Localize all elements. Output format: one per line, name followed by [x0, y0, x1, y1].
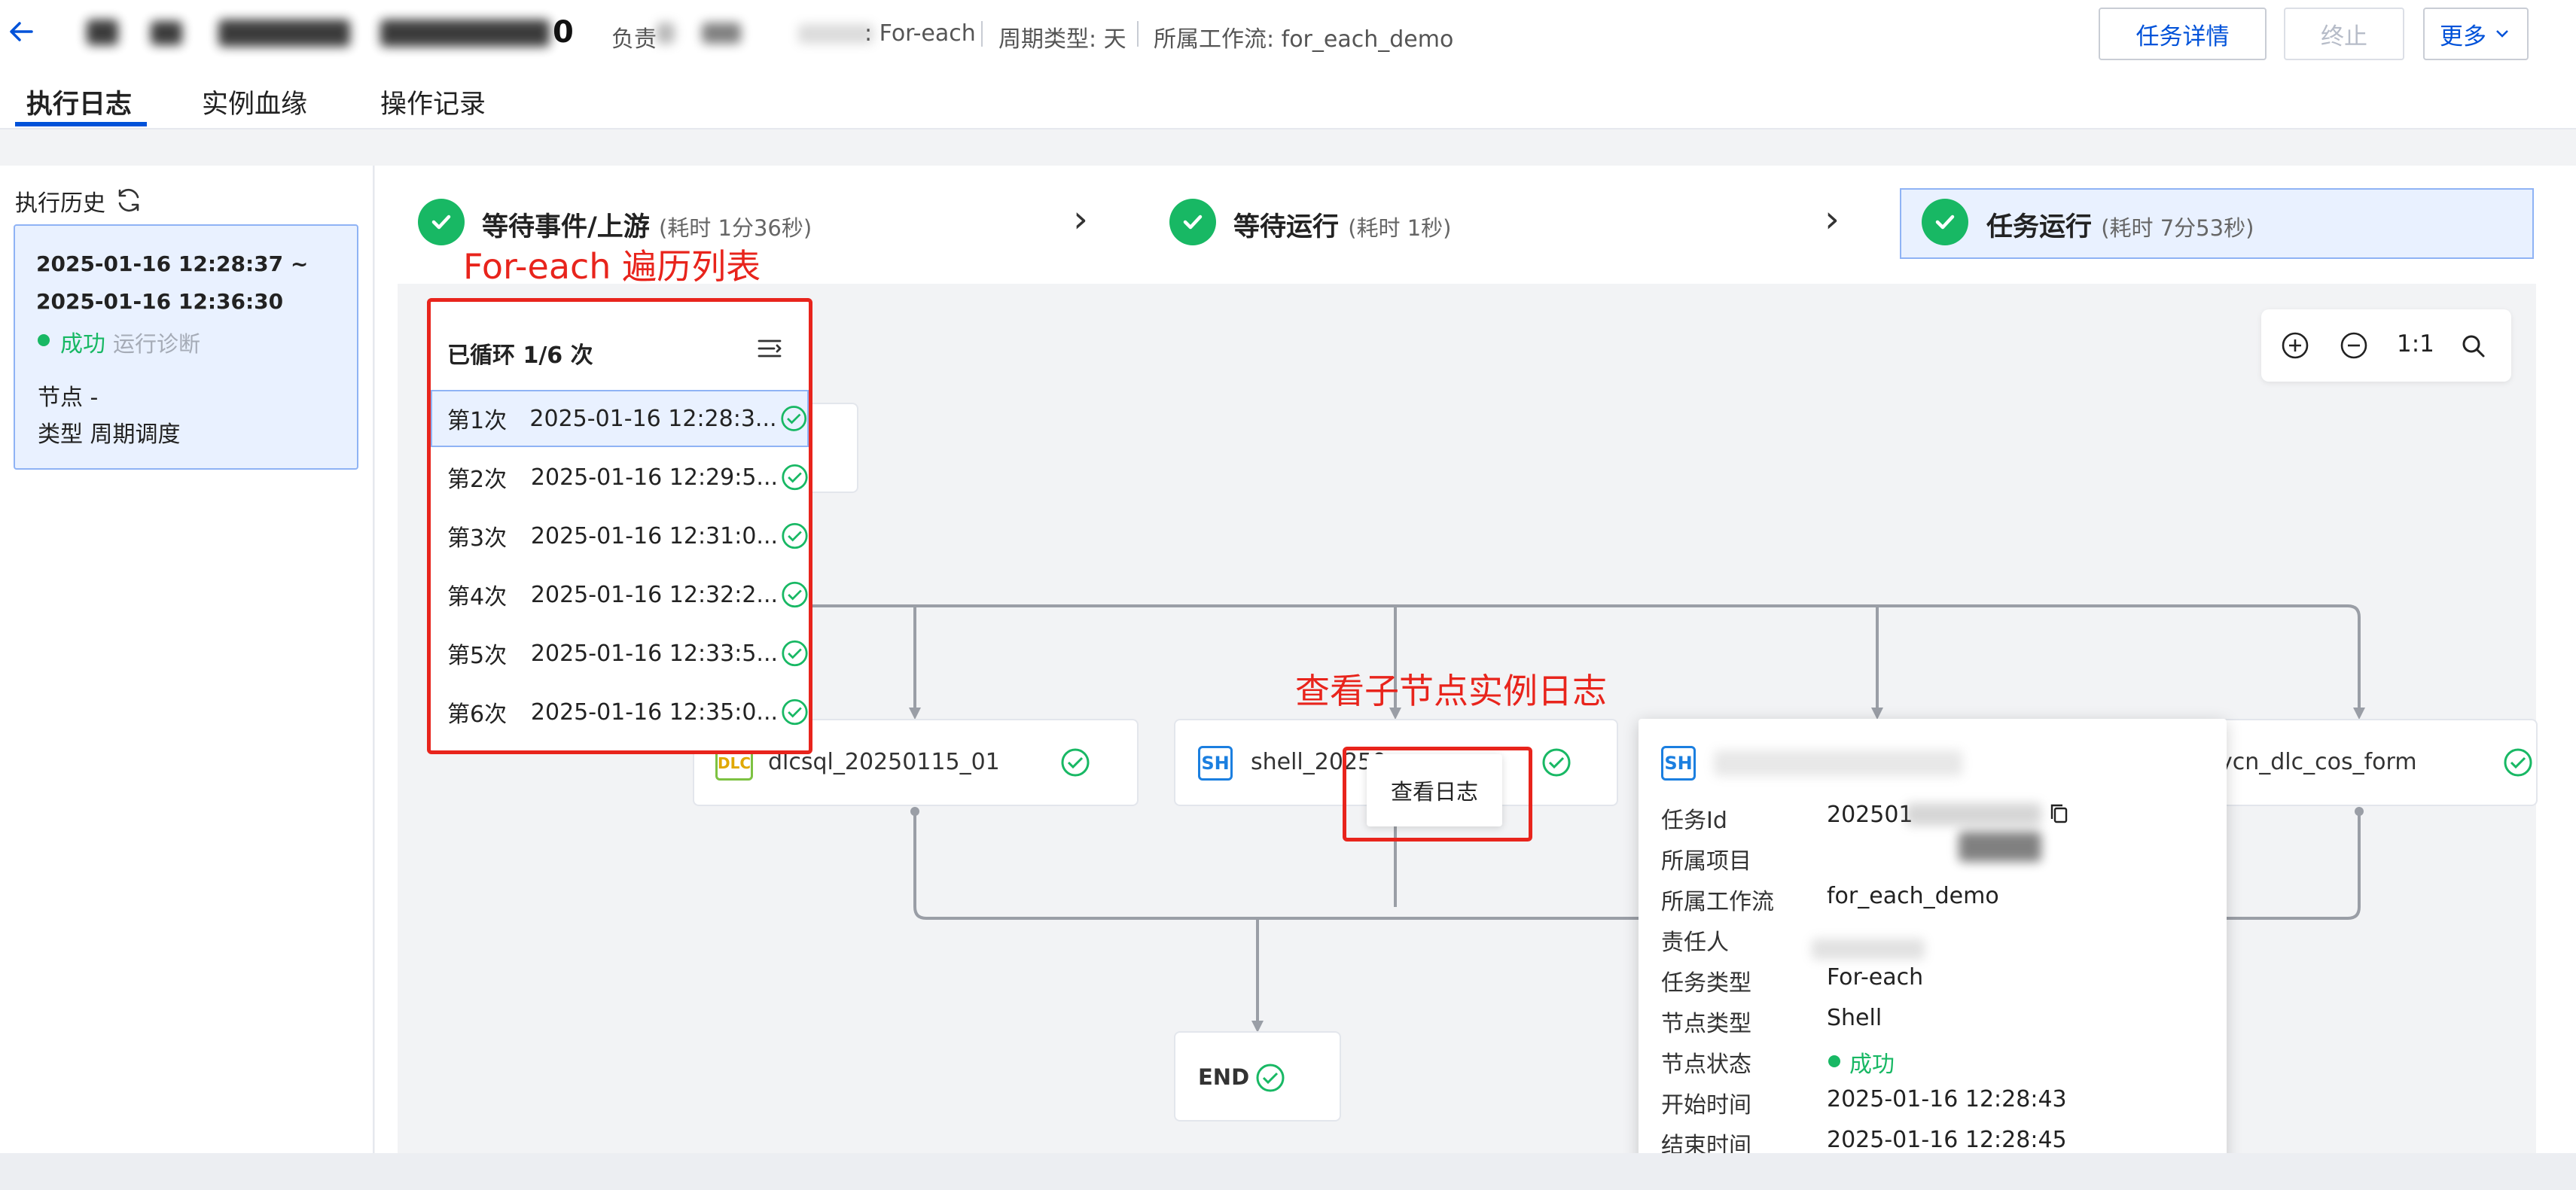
- loop-row[interactable]: 第6次 2025-01-16 12:35:0...: [431, 683, 809, 741]
- success-check-icon: [782, 581, 808, 608]
- node-status-value: 成功: [1849, 1052, 1895, 1078]
- info-key: 节点状态: [1661, 1052, 1751, 1078]
- collapse-list-icon[interactable]: [755, 333, 785, 364]
- view-log-button[interactable]: 查看日志: [1367, 754, 1502, 826]
- redacted-task-id: [1906, 803, 2041, 826]
- success-check-icon: [782, 640, 808, 667]
- task-id-value: 202501: [1827, 802, 1913, 828]
- zoom-in-icon[interactable]: [2280, 330, 2310, 361]
- loop-index: 第6次: [447, 702, 508, 728]
- annotation-loop-list: For-each 遍历列表: [463, 246, 761, 287]
- loop-time: 2025-01-16 12:28:3...: [529, 405, 777, 432]
- success-check-icon: [782, 522, 808, 549]
- node-label: END: [1198, 1064, 1250, 1090]
- node-label: ycn_dlc_cos_form: [2219, 749, 2417, 775]
- loop-row[interactable]: 第3次 2025-01-16 12:31:0...: [431, 507, 809, 565]
- loop-row[interactable]: 第2次 2025-01-16 12:29:5...: [431, 449, 809, 506]
- end-time-value: 2025-01-16 12:28:45: [1827, 1127, 2067, 1153]
- redacted-node-name: [1714, 750, 1962, 776]
- status-dot: [1828, 1055, 1840, 1067]
- zoom-ratio[interactable]: 1:1: [2397, 330, 2434, 358]
- info-key: 责任人: [1661, 930, 1729, 956]
- zoom-out-icon[interactable]: [2339, 330, 2369, 361]
- info-key: 所属工作流: [1661, 889, 1774, 915]
- search-icon[interactable]: [2459, 332, 2488, 361]
- zoom-toolbar: 1:1: [2261, 309, 2511, 382]
- success-check-icon: [782, 698, 808, 726]
- success-check-icon: [1256, 1064, 1285, 1092]
- info-key: 任务类型: [1661, 970, 1751, 997]
- loop-row[interactable]: 第1次 2025-01-16 12:28:3...: [431, 390, 809, 447]
- start-time-value: 2025-01-16 12:28:43: [1827, 1086, 2067, 1112]
- loop-time: 2025-01-16 12:32:2...: [530, 581, 779, 608]
- foreach-loop-panel: 已循环 1/6 次 第1次 2025-01-16 12:28:3... 第2次 …: [427, 298, 812, 754]
- horizontal-scrollbar[interactable]: [0, 1153, 2576, 1190]
- loop-row[interactable]: 第4次 2025-01-16 12:32:2...: [431, 566, 809, 623]
- success-check-icon: [1542, 748, 1571, 777]
- redacted-project: [1959, 832, 2041, 862]
- info-key: 所属项目: [1661, 848, 1751, 875]
- redacted-owner: [1812, 939, 1925, 960]
- copy-icon[interactable]: [2047, 802, 2072, 827]
- loop-count-title: 已循环 1/6 次: [447, 342, 593, 369]
- success-check-icon: [2504, 748, 2532, 777]
- loop-index: 第3次: [447, 525, 508, 552]
- success-check-icon: [780, 406, 806, 431]
- shell-icon: SH: [1661, 746, 1696, 781]
- loop-time: 2025-01-16 12:31:0...: [530, 522, 779, 549]
- success-check-icon: [782, 464, 808, 491]
- success-check-icon: [1061, 748, 1090, 777]
- loop-index: 第2次: [447, 467, 508, 493]
- loop-index: 第4次: [447, 584, 508, 610]
- loop-time: 2025-01-16 12:33:5...: [530, 640, 779, 667]
- info-key: 开始时间: [1661, 1092, 1751, 1118]
- loop-row[interactable]: 第5次 2025-01-16 12:33:5...: [431, 625, 809, 682]
- info-key: 节点类型: [1661, 1011, 1751, 1037]
- annotation-child-log: 查看子节点实例日志: [1295, 671, 1607, 711]
- node-type-value: Shell: [1827, 1005, 1882, 1031]
- task-type-value: For-each: [1827, 964, 1924, 991]
- loop-time: 2025-01-16 12:35:0...: [530, 698, 779, 726]
- shell-icon: SH: [1198, 746, 1233, 781]
- loop-index: 第1次: [447, 408, 508, 434]
- dag-node-end[interactable]: END: [1174, 1031, 1341, 1122]
- node-info-tooltip: SH 任务Id 202501 所属项目 所属工作流 for_each_demo …: [1639, 719, 2227, 1189]
- loop-time: 2025-01-16 12:29:5...: [530, 464, 779, 491]
- loop-index: 第5次: [447, 643, 508, 669]
- info-key: 任务Id: [1661, 808, 1727, 834]
- workflow-value: for_each_demo: [1827, 883, 1999, 909]
